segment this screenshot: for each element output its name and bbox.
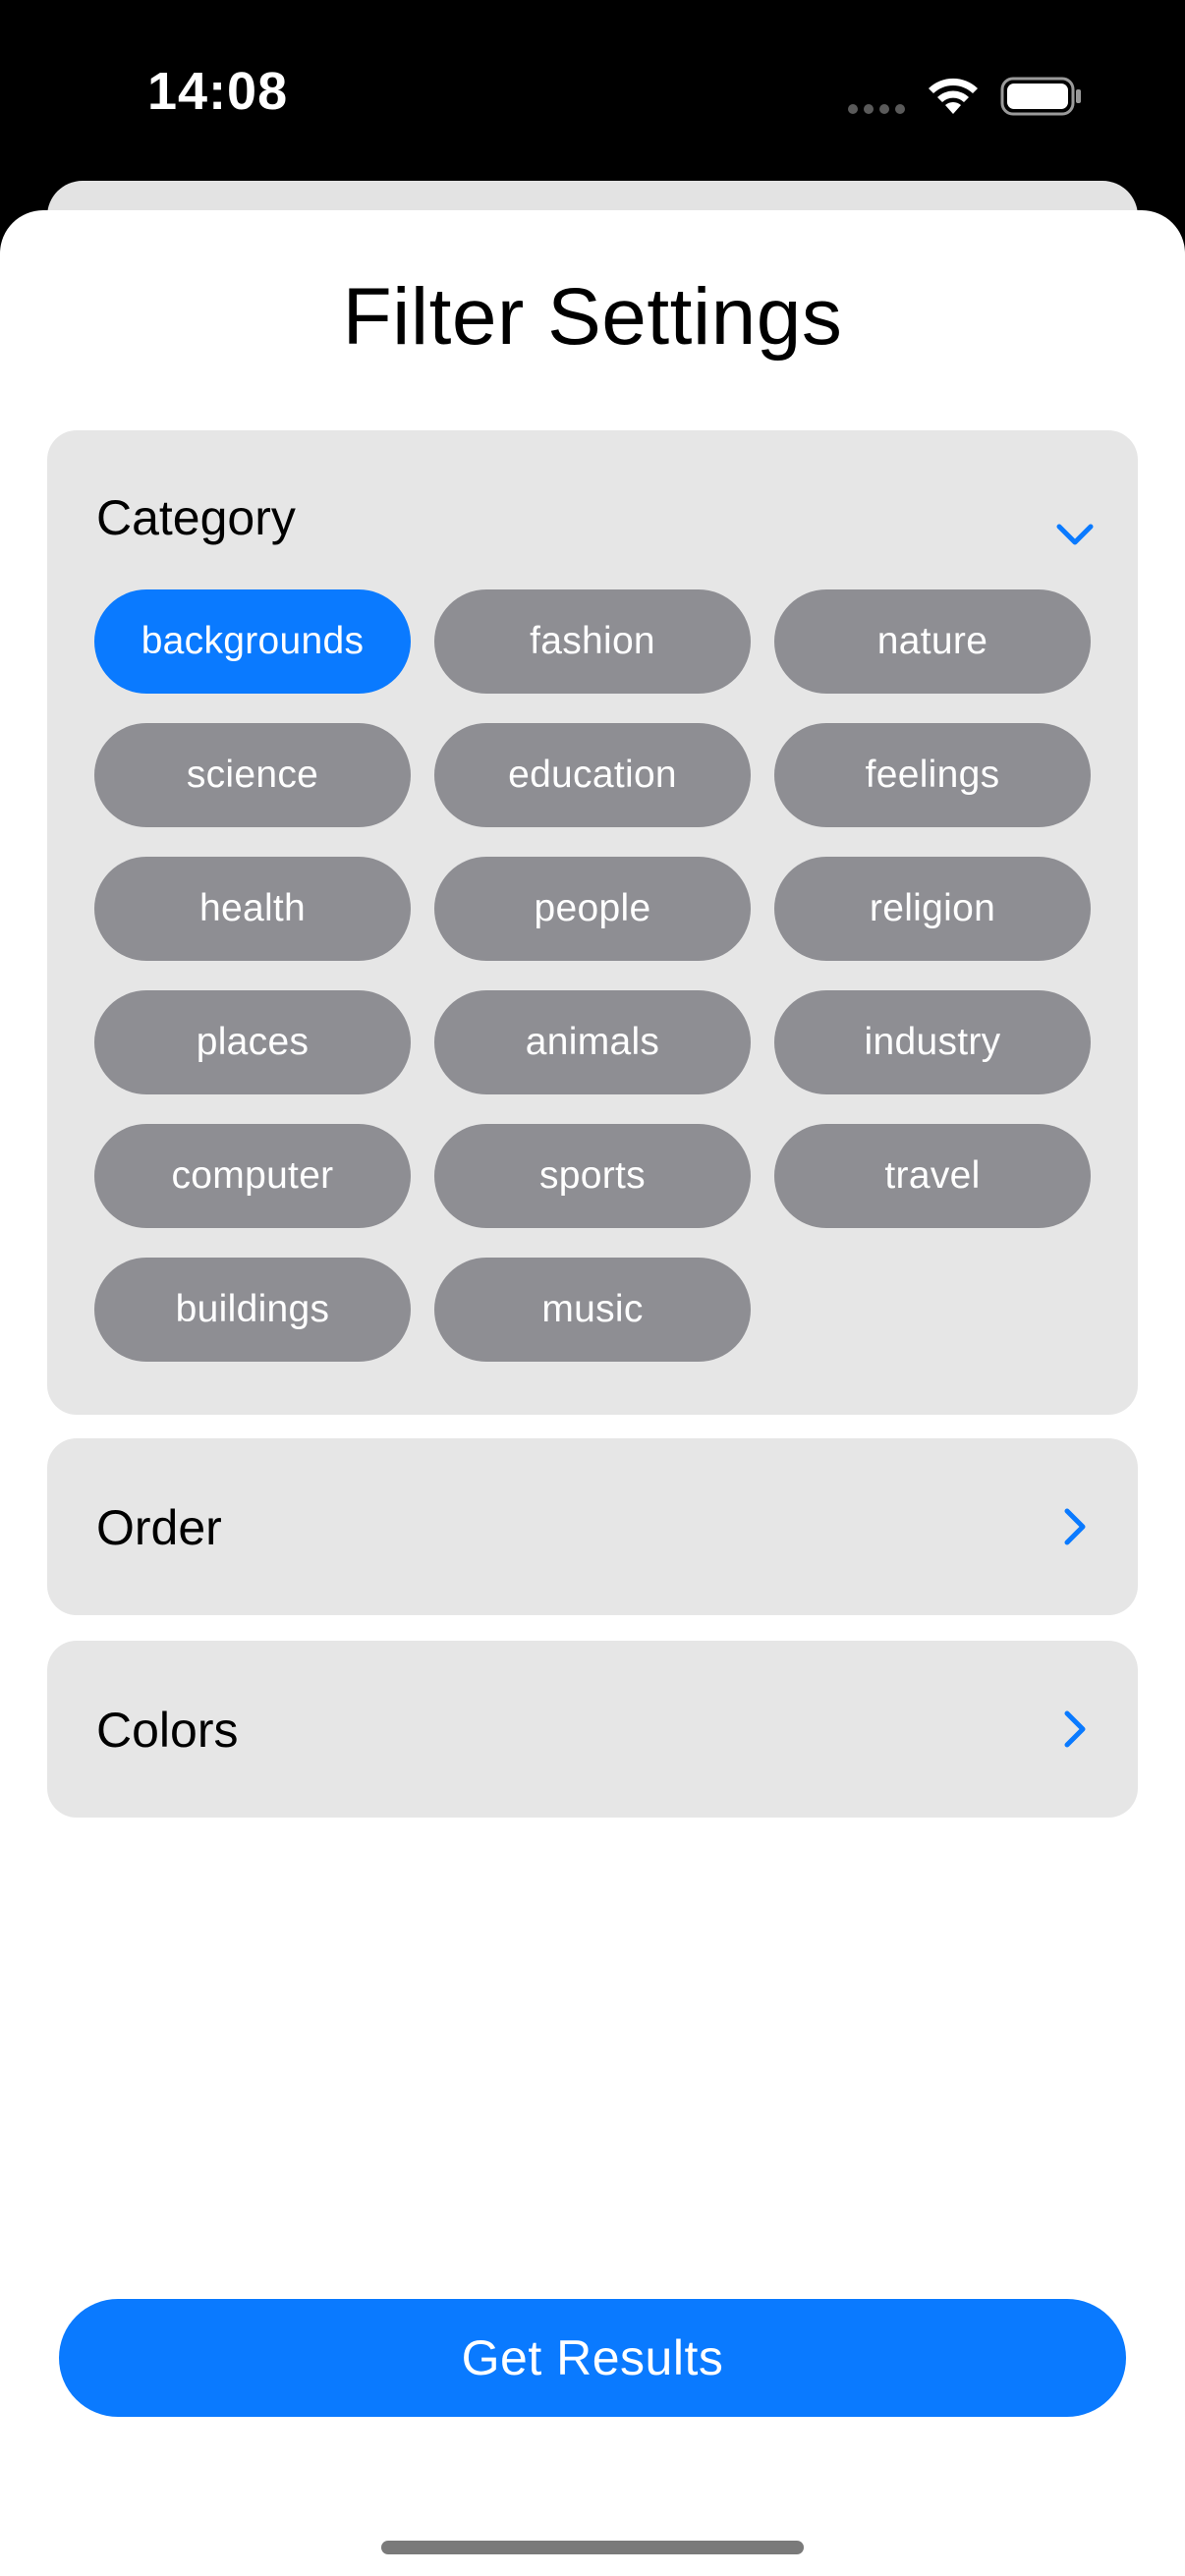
category-chip-fashion[interactable]: fashion — [434, 589, 751, 694]
category-chip-backgrounds[interactable]: backgrounds — [94, 589, 411, 694]
sheet-title: Filter Settings — [342, 272, 843, 362]
battery-icon — [1000, 77, 1081, 116]
category-chip-people[interactable]: people — [434, 857, 751, 961]
category-chip-religion[interactable]: religion — [774, 857, 1091, 961]
order-label: Order — [96, 1500, 222, 1555]
chevron-right-icon — [1064, 1710, 1086, 1748]
category-chip-nature[interactable]: nature — [774, 589, 1091, 694]
category-chip-sports[interactable]: sports — [434, 1124, 751, 1228]
chevron-right-icon — [1064, 1508, 1086, 1545]
chevron-down-icon[interactable] — [1051, 511, 1099, 558]
category-chip-places[interactable]: places — [94, 990, 411, 1094]
category-chip-grid: backgrounds fashion nature science education… — [94, 589, 1097, 1362]
status-time: 14:08 — [147, 62, 289, 121]
category-chip-feelings[interactable]: feelings — [774, 723, 1091, 827]
category-section: Category backgrounds fashion nature science… — [47, 430, 1138, 1415]
category-chip-science[interactable]: science — [94, 723, 411, 827]
filter-settings-sheet: Filter Settings Category backgrounds fash… — [0, 210, 1185, 2576]
category-chip-computer[interactable]: computer — [94, 1124, 411, 1228]
category-chip-industry[interactable]: industry — [774, 990, 1091, 1094]
cellular-signal-icon — [848, 104, 905, 114]
category-header[interactable]: Category — [96, 489, 296, 546]
category-chip-music[interactable]: music — [434, 1258, 751, 1362]
wifi-icon — [929, 78, 978, 114]
category-chip-travel[interactable]: travel — [774, 1124, 1091, 1228]
get-results-button[interactable]: Get Results — [59, 2299, 1126, 2417]
category-chip-animals[interactable]: animals — [434, 990, 751, 1094]
status-bar: 14:08 — [0, 0, 1185, 187]
colors-label: Colors — [96, 1703, 239, 1758]
category-chip-health[interactable]: health — [94, 857, 411, 961]
colors-row[interactable]: Colors — [47, 1641, 1138, 1818]
category-chip-education[interactable]: education — [434, 723, 751, 827]
category-chip-buildings[interactable]: buildings — [94, 1258, 411, 1362]
home-indicator — [381, 2541, 804, 2554]
order-row[interactable]: Order — [47, 1438, 1138, 1615]
